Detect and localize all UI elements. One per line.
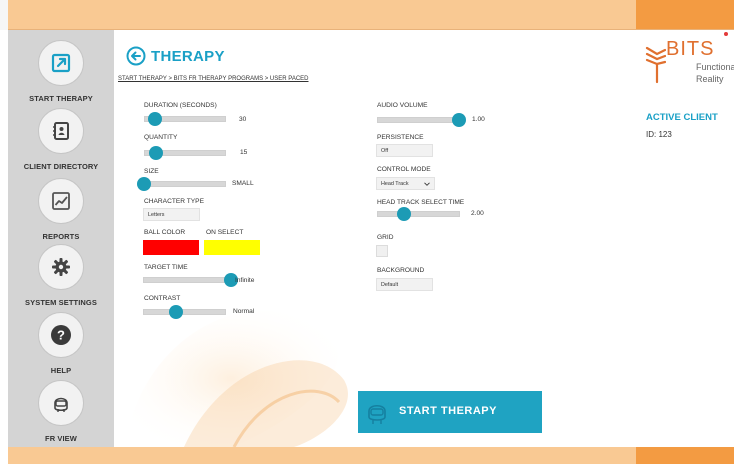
character-type-label: CHARACTER TYPE <box>144 198 204 205</box>
persistence-value: Off <box>381 148 389 154</box>
breadcrumb[interactable]: START THERAPY > BITS FR THERAPY PROGRAMS… <box>118 76 309 82</box>
top-bar-edge <box>0 0 8 30</box>
sidebar-item-label: HELP <box>50 366 72 375</box>
persistence-label: PERSISTENCE <box>377 134 424 141</box>
slider-track <box>377 117 459 123</box>
vr-headset-icon <box>38 380 84 426</box>
background-swirl <box>124 310 348 447</box>
bottom-bar-main <box>8 447 636 464</box>
slider-thumb[interactable] <box>169 305 184 319</box>
logo-mark-icon <box>645 46 666 84</box>
logo-line2: Reality <box>696 74 724 84</box>
audio-volume-value: 1.00 <box>472 116 485 123</box>
grid-label: GRID <box>377 234 394 241</box>
help-icon: ? <box>38 312 84 358</box>
contrast-value: Normal <box>233 308 255 315</box>
grid-checkbox[interactable] <box>376 245 388 257</box>
sidebar-item-start-therapy[interactable]: START THERAPY <box>8 40 114 103</box>
slider-thumb[interactable] <box>147 112 162 126</box>
head-track-select-time-label: HEAD TRACK SELECT TIME <box>377 199 465 206</box>
logo-brand: BITS <box>666 38 715 60</box>
back-arrow-icon[interactable] <box>126 46 146 66</box>
svg-text:?: ? <box>57 328 65 343</box>
chevron-down-icon <box>424 182 430 186</box>
character-type-select[interactable]: Letters <box>143 208 200 221</box>
target-time-slider[interactable] <box>143 273 238 287</box>
sidebar-item-client-directory[interactable]: CLIENT DIRECTORY <box>8 108 114 171</box>
ball-color-label: BALL COLOR <box>144 229 186 236</box>
active-client-id: ID: 123 <box>646 130 672 139</box>
size-value: SMALL <box>232 180 254 187</box>
gear-icon <box>38 244 84 290</box>
top-bar-accent <box>636 0 734 30</box>
audio-volume-slider[interactable] <box>377 113 466 127</box>
quantity-value: 15 <box>240 149 248 156</box>
target-time-value: Infinite <box>235 277 255 284</box>
sidebar-item-label: FR VIEW <box>45 434 77 443</box>
page-title: THERAPY <box>151 47 225 65</box>
sidebar-item-system-settings[interactable]: SYSTEM SETTINGS <box>8 244 114 307</box>
duration-value: 30 <box>239 116 247 123</box>
sidebar-item-label: START THERAPY <box>29 94 93 103</box>
size-label: SIZE <box>144 168 159 175</box>
quantity-slider[interactable] <box>144 146 226 160</box>
top-bar-main <box>8 0 636 30</box>
sidebar-item-fr-view[interactable]: FR VIEW <box>8 380 114 443</box>
slider-thumb[interactable] <box>137 177 151 191</box>
background-label: BACKGROUND <box>377 267 425 274</box>
sidebar-item-label: SYSTEM SETTINGS <box>25 298 97 307</box>
head-track-select-time-value: 2.00 <box>471 210 484 217</box>
on-select-swatch[interactable] <box>204 240 260 255</box>
slider-track <box>144 181 226 187</box>
start-therapy-label: START THERAPY <box>399 405 497 417</box>
background-select[interactable]: Default <box>376 278 433 291</box>
head-track-select-time-slider[interactable] <box>377 207 460 221</box>
bottom-bar-accent <box>636 447 734 464</box>
background-value: Default <box>381 282 399 288</box>
active-client-title: ACTIVE CLIENT <box>646 112 718 123</box>
top-bar-divider <box>8 29 734 30</box>
sidebar-item-help[interactable]: ? HELP <box>8 312 114 375</box>
top-bar <box>0 0 734 30</box>
start-therapy-button[interactable]: START THERAPY <box>358 391 542 433</box>
sidebar-item-reports[interactable]: REPORTS <box>8 178 114 241</box>
duration-slider[interactable] <box>144 112 226 126</box>
quantity-label: QUANTITY <box>144 134 178 141</box>
slider-track <box>377 211 460 217</box>
control-mode-select[interactable]: Head Track <box>376 177 435 190</box>
sidebar-item-label: CLIENT DIRECTORY <box>23 162 99 171</box>
sidebar: START THERAPY CLIENT DIRECTORY REPORTS S… <box>8 30 114 447</box>
chart-icon <box>38 178 84 224</box>
control-mode-value: Head Track <box>381 181 409 187</box>
persistence-select[interactable]: Off <box>376 144 433 157</box>
size-slider[interactable] <box>137 177 226 191</box>
contrast-label: CONTRAST <box>144 295 181 302</box>
contrast-slider[interactable] <box>143 305 226 319</box>
on-select-label: ON SELECT <box>206 229 244 236</box>
sidebar-item-label: REPORTS <box>42 232 80 241</box>
logo-line1: Functional <box>696 62 734 72</box>
character-type-value: Letters <box>148 212 165 218</box>
bottom-bar <box>0 447 734 464</box>
control-mode-label: CONTROL MODE <box>377 166 431 173</box>
page-header: THERAPY <box>126 46 225 66</box>
slider-thumb[interactable] <box>452 113 466 127</box>
slider-track <box>143 277 231 283</box>
target-time-label: TARGET TIME <box>144 264 188 271</box>
duration-label: DURATION (SECONDS) <box>144 102 217 109</box>
ball-color-swatch[interactable] <box>143 240 199 255</box>
launch-icon <box>38 40 84 86</box>
vr-headset-icon <box>368 404 386 424</box>
slider-thumb[interactable] <box>397 207 412 221</box>
slider-track <box>143 309 226 315</box>
bits-logo: BITS Functional Reality <box>644 32 734 98</box>
slider-thumb[interactable] <box>149 146 164 160</box>
logo-registered-mark <box>724 32 728 36</box>
address-book-icon <box>38 108 84 154</box>
audio-volume-label: AUDIO VOLUME <box>377 102 428 109</box>
